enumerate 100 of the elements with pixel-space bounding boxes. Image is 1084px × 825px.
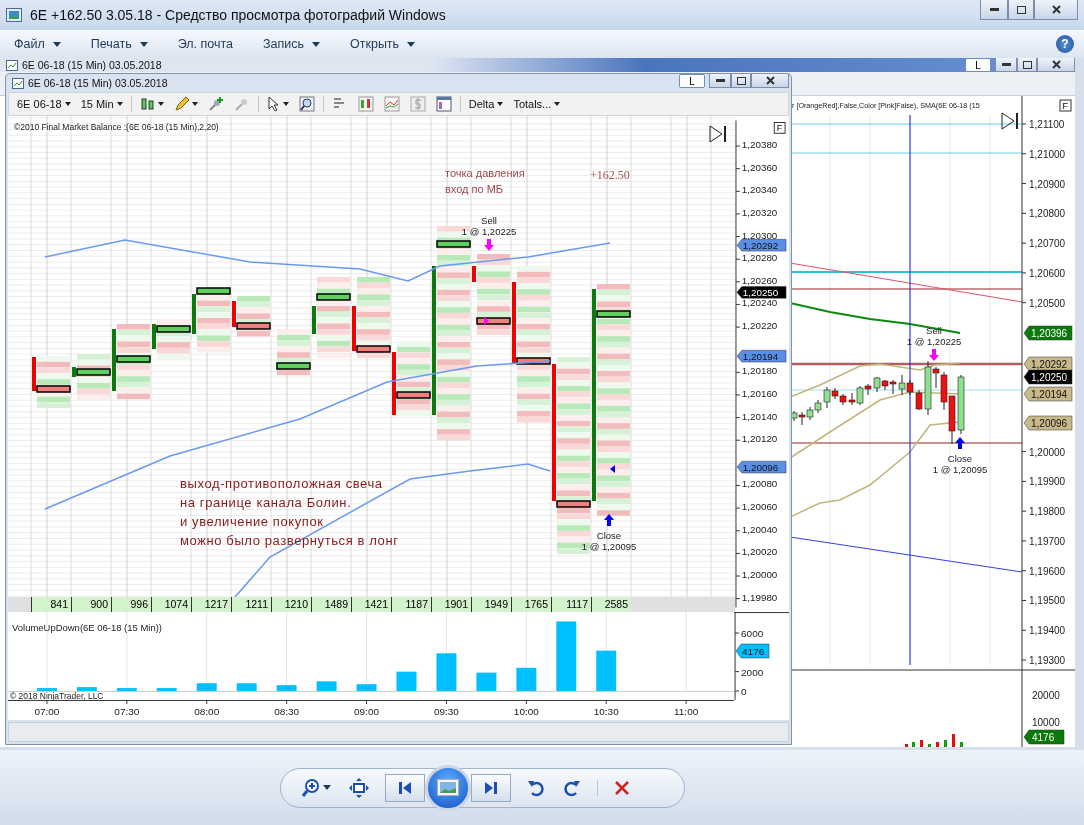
previous-button[interactable] [384, 773, 425, 802]
zoom-in-icon [300, 777, 321, 798]
price-label: 1,20260 [741, 274, 778, 286]
time-label: 11:00 [674, 705, 699, 717]
minimize-button[interactable] [995, 58, 1017, 72]
totals-selector[interactable]: Totals... [511, 98, 563, 110]
time-label: 09:30 [433, 705, 459, 717]
time-label: 07:00 [34, 705, 60, 717]
maximize-button[interactable] [731, 74, 751, 88]
menu-item[interactable]: Файл [10, 37, 65, 51]
f-button[interactable]: F [773, 121, 786, 134]
caret-icon [116, 102, 123, 106]
price-tag: 1,20096 [1023, 415, 1073, 431]
caret-icon [322, 785, 331, 790]
price-label: 1,19980 [741, 591, 778, 603]
lock-button[interactable]: L [679, 74, 705, 88]
volume-bar [276, 685, 297, 691]
pointer-icon [610, 464, 615, 473]
volume-label: 10000 [1032, 717, 1060, 728]
close-button[interactable] [751, 74, 789, 88]
time-label: 09:00 [354, 705, 379, 717]
menu-item[interactable]: Запись [259, 37, 324, 51]
f-button[interactable]: F [1059, 99, 1072, 112]
scroll-end-icon[interactable] [709, 125, 726, 143]
price-label: 1,19800 [1029, 506, 1066, 518]
price-tag: 1,20194 [736, 349, 787, 363]
menu-item[interactable]: Печать [86, 37, 152, 51]
price-label: 1,20220 [741, 319, 778, 331]
volume-bar [944, 740, 947, 747]
minimize-icon [989, 8, 999, 11]
volume-bar [196, 683, 217, 691]
maximize-icon [736, 76, 746, 85]
price-label: 1,20900 [1029, 178, 1066, 190]
volume-bar [396, 671, 417, 691]
caret-icon [497, 102, 504, 106]
volume-bar [952, 734, 955, 747]
menu-item[interactable]: Эл. почта [173, 37, 237, 51]
minimize-button[interactable] [980, 0, 1008, 20]
volume-bar [76, 687, 97, 691]
price-label: 1,20280 [741, 252, 778, 264]
volume-bar [928, 744, 931, 747]
volume-bar [596, 650, 617, 691]
panel-title: VolumeUpDown(6E 06-18 (15 Min)) [12, 621, 162, 633]
price-tag: 1,20096 [736, 460, 787, 474]
volume-bar [556, 621, 577, 691]
next-icon [483, 780, 498, 795]
minimize-button[interactable] [709, 74, 731, 88]
rotate-right-icon [562, 778, 581, 797]
price-label: 1,19900 [1029, 476, 1066, 488]
plug-icon [233, 96, 250, 112]
slideshow-button[interactable] [424, 764, 471, 811]
close-button[interactable] [1034, 0, 1078, 20]
price-label: 1,19300 [1029, 655, 1066, 667]
volume-bar [920, 740, 923, 747]
chart-window-title: 6E 06-18 (15 Min) 03.05.2018 [22, 59, 163, 71]
time-label: 07:30 [114, 705, 140, 717]
volume-label: 2000 [741, 666, 764, 678]
candlestick-icon [139, 96, 156, 112]
delta-selector[interactable]: Delta [466, 98, 506, 110]
line-chart-button[interactable] [381, 94, 402, 114]
volume-bar [516, 667, 537, 691]
price-label: 1,20140 [741, 410, 778, 422]
trade-action: Sell [481, 214, 497, 226]
zoom-button[interactable] [296, 94, 317, 114]
volume-bar [912, 742, 915, 747]
help-button[interactable]: ? [1056, 35, 1074, 53]
caret-icon [554, 102, 561, 106]
candles-button[interactable] [355, 94, 376, 114]
volume-bar [36, 687, 57, 691]
price-label: 1,20340 [741, 184, 778, 196]
lock-button[interactable]: L [965, 58, 991, 72]
chart-window-title: 6E 06-18 (15 Min) 03.05.2018 [28, 77, 169, 90]
profit-label: +162.50 [590, 167, 630, 182]
maximize-button[interactable] [1017, 58, 1037, 72]
caret-icon [282, 102, 289, 106]
caret-icon [64, 102, 71, 106]
maximize-icon [1016, 5, 1026, 14]
price-label: 1,20700 [1029, 238, 1066, 250]
price-label: 1,20000 [741, 568, 778, 580]
price-label: 1,20380 [741, 138, 778, 150]
trade-fill: 1 @ 1,20225 [906, 336, 962, 347]
close-icon [613, 779, 630, 796]
window-button[interactable] [433, 94, 454, 114]
price-label: 1,20300 [741, 229, 778, 241]
close-icon [765, 76, 775, 85]
volume-bar [236, 683, 257, 691]
maximize-button[interactable] [1008, 0, 1034, 20]
trade-fill: 1 @ 1,20095 [932, 464, 988, 475]
close-button[interactable] [1037, 58, 1075, 72]
close-icon [1051, 60, 1061, 69]
menu-item[interactable]: Открыть [346, 37, 420, 51]
instrument-selector[interactable]: 6E 06-18 [15, 98, 73, 110]
next-button[interactable] [470, 773, 511, 802]
horizontal-scrollbar[interactable] [8, 721, 789, 742]
price-label: 1,20120 [741, 433, 778, 445]
scroll-end-icon[interactable] [1001, 112, 1018, 130]
volume-bar [905, 744, 908, 747]
caret-icon [157, 102, 164, 106]
price-label: 1,20240 [741, 297, 778, 309]
interval-selector[interactable]: 15 Min [78, 98, 125, 110]
